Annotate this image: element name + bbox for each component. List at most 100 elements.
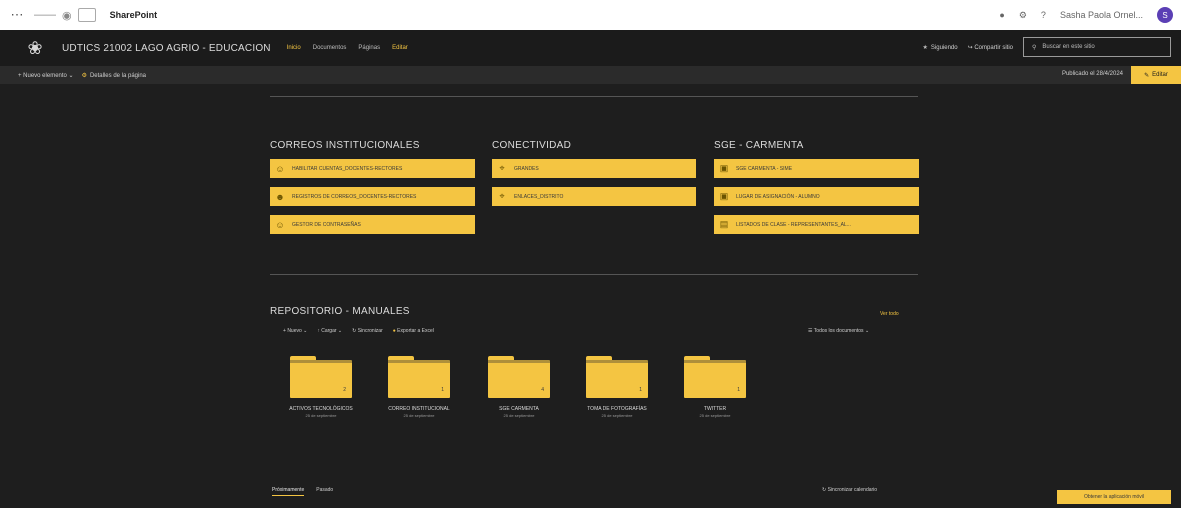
network-icon: ⌖ xyxy=(499,163,505,173)
quick-link-grandes[interactable]: ⌖ GRANDES xyxy=(492,159,696,178)
app-launcher-icon[interactable]: ⋯ xyxy=(0,0,34,30)
header-actions: Siguiendo ↪ Compartir sitio ⚲ Buscar en … xyxy=(923,37,1171,57)
site-title[interactable]: UDTICS 21002 LAGO AGRIO - EDUCACION xyxy=(62,43,271,54)
export-excel-button[interactable]: ● Exportar a Excel xyxy=(393,328,434,334)
quick-link-label: REGISTROS DE CORREOS_DOCENTES-RECTORES xyxy=(292,193,417,200)
upload-label: Cargar xyxy=(321,328,337,334)
search-placeholder: Buscar en este sitio xyxy=(1042,44,1095,50)
folder-date: 25 de septiembre xyxy=(305,413,337,418)
org-logos: —— ◉ xyxy=(34,8,96,22)
help-icon[interactable]: ● xyxy=(999,10,1004,20)
published-status: Publicado el 28/4/2024 xyxy=(1061,71,1123,77)
quick-link-label: GESTOR DE CONTRASEÑAS xyxy=(292,221,361,228)
logo-shield-icon xyxy=(77,8,96,22)
folder-count: 1 xyxy=(441,387,444,393)
folder-correo[interactable]: 1 xyxy=(388,356,450,398)
people-icon: ☻ xyxy=(275,191,285,202)
user-name[interactable]: Sasha Paola Ornel... xyxy=(1060,10,1143,20)
get-mobile-app-button[interactable]: Obtener la aplicación móvil xyxy=(1057,490,1171,504)
settings-icon[interactable]: ⚙ xyxy=(1019,10,1027,21)
section-divider-top xyxy=(270,96,918,97)
question-icon[interactable]: ? xyxy=(1041,10,1046,20)
page-details-button[interactable]: ⚙ Detalles de la página xyxy=(82,72,146,79)
site-header: ❀ UDTICS 21002 LAGO AGRIO - EDUCACION In… xyxy=(0,30,1181,66)
folder-activos[interactable]: 2 xyxy=(290,356,352,398)
nav-item-editar[interactable]: Editar xyxy=(392,45,408,51)
folder-twitter[interactable]: 1 xyxy=(684,356,746,398)
correos-title: CORREOS INSTITUCIONALES xyxy=(270,140,420,151)
quick-link-gestor[interactable]: ☺ GESTOR DE CONTRASEÑAS xyxy=(270,215,475,234)
folder-name[interactable]: ACTIVOS TECNOLÓGICOS xyxy=(279,406,363,412)
app-name[interactable]: SharePoint xyxy=(110,10,158,20)
folder-name[interactable]: TWITTER xyxy=(673,406,757,412)
view-selector[interactable]: ☰ Todos los documentos ⌄ xyxy=(808,328,869,334)
nav-item-inicio[interactable]: Inicio xyxy=(287,45,301,51)
share-button[interactable]: ↪ Compartir sitio xyxy=(968,44,1013,51)
folder-count: 1 xyxy=(737,387,740,393)
person-icon: ☺ xyxy=(275,163,285,174)
logo-ministry: —— xyxy=(34,9,56,21)
gear-icon: ⚙ xyxy=(81,72,87,79)
avatar[interactable]: S xyxy=(1157,7,1173,23)
sync-calendar-button[interactable]: ↻ Sincronizar calendario xyxy=(822,487,877,493)
search-icon: ⚲ xyxy=(1032,44,1037,51)
nav-item-paginas[interactable]: Páginas xyxy=(358,45,380,51)
site-logo-icon[interactable]: ❀ xyxy=(22,37,48,59)
command-bar: + Nuevo elemento ⌄ ⚙ Detalles de la págin… xyxy=(0,66,1181,84)
new-label: Nuevo xyxy=(287,328,302,334)
quick-link-registros[interactable]: ☻ REGISTROS DE CORREOS_DOCENTES-RECTORES xyxy=(270,187,475,206)
view-icon: ☰ xyxy=(808,328,813,334)
conectividad-title: CONECTIVIDAD xyxy=(492,140,572,151)
tab-pasado[interactable]: Pasado xyxy=(316,487,333,496)
logo-seal-icon: ◉ xyxy=(62,9,72,22)
quick-link-sge-carmenta[interactable]: ▣ SGE CARMENTA - SIME xyxy=(714,159,919,178)
suite-bar: ⋯ —— ◉ SharePoint ● ⚙ ? Sasha Paola Orne… xyxy=(0,0,1181,30)
edit-page-button[interactable]: ✎ Editar xyxy=(1131,66,1181,84)
folder-name[interactable]: TOMA DE FOTOGRAFÍAS xyxy=(575,406,659,412)
share-label: Compartir sitio xyxy=(974,44,1013,51)
upload-button[interactable]: ↑ Cargar ⌄ xyxy=(317,328,342,334)
network-icon: ⌖ xyxy=(499,191,505,201)
new-button[interactable]: + Nuevo ⌄ xyxy=(283,328,307,334)
quick-link-label: LISTADOS DE CLASE - REPRESENTANTES_AL... xyxy=(736,221,851,228)
nav-item-documentos[interactable]: Documentos xyxy=(313,45,347,51)
folder-date: 25 de septiembre xyxy=(403,413,435,418)
site-nav: Inicio Documentos Páginas Editar xyxy=(287,45,408,51)
folder-fotografias[interactable]: 1 xyxy=(586,356,648,398)
folder-count: 4 xyxy=(541,387,544,393)
sge-title: SGE - CARMENTA xyxy=(714,140,804,151)
sync-calendar-icon: ↻ xyxy=(822,487,827,493)
quick-link-label: LUGAR DE ASIGNACIÓN - ALUMNO xyxy=(736,193,820,200)
folder-sge[interactable]: 4 xyxy=(488,356,550,398)
folder-count: 2 xyxy=(343,387,346,393)
edit-label: Editar xyxy=(1152,72,1168,78)
quick-link-enlaces[interactable]: ⌖ ENLACES_DISTRITO xyxy=(492,187,696,206)
folder-count: 1 xyxy=(639,387,642,393)
folder-date: 25 de septiembre xyxy=(699,413,731,418)
search-input[interactable]: ⚲ Buscar en este sitio xyxy=(1023,37,1171,57)
folder-name[interactable]: CORREO INSTITUCIONAL xyxy=(377,406,461,412)
new-item-label: Nuevo elemento xyxy=(23,72,67,79)
quick-link-label: GRANDES xyxy=(514,165,539,172)
sync-button[interactable]: ↻ Sincronizar xyxy=(352,328,383,334)
quick-link-label: SGE CARMENTA - SIME xyxy=(736,165,793,172)
quick-link-lugar-asignacion[interactable]: ▣ LUGAR DE ASIGNACIÓN - ALUMNO xyxy=(714,187,919,206)
tab-proximamente[interactable]: Próximamente xyxy=(272,487,305,496)
export-label: Exportar a Excel xyxy=(397,328,434,334)
quick-link-listados[interactable]: ▤ LISTADOS DE CLASE - REPRESENTANTES_AL..… xyxy=(714,215,919,234)
page-details-label: Detalles de la página xyxy=(89,72,147,79)
calendar-icon: ▣ xyxy=(719,191,729,201)
see-all-link[interactable]: Ver todo xyxy=(880,311,899,317)
quick-link-label: HABILITAR CUENTAS_DOCENTES-RECTORES xyxy=(292,165,403,172)
new-item-button[interactable]: + Nuevo elemento ⌄ xyxy=(18,72,74,79)
folder-date: 25 de septiembre xyxy=(601,413,633,418)
view-label: Todos los documentos xyxy=(813,328,864,334)
sync-calendar-label: Sincronizar calendario xyxy=(827,487,878,493)
sync-icon: ↻ xyxy=(352,328,357,334)
folder-name[interactable]: SGE CARMENTA xyxy=(477,406,561,412)
suite-bar-right: ● ⚙ ? Sasha Paola Ornel... S xyxy=(999,0,1173,30)
follow-button[interactable]: Siguiendo xyxy=(923,44,958,51)
quick-link-habilitar[interactable]: ☺ HABILITAR CUENTAS_DOCENTES-RECTORES xyxy=(270,159,475,178)
sync-label: Sincronizar xyxy=(357,328,383,334)
pencil-icon: ✎ xyxy=(1144,72,1150,79)
